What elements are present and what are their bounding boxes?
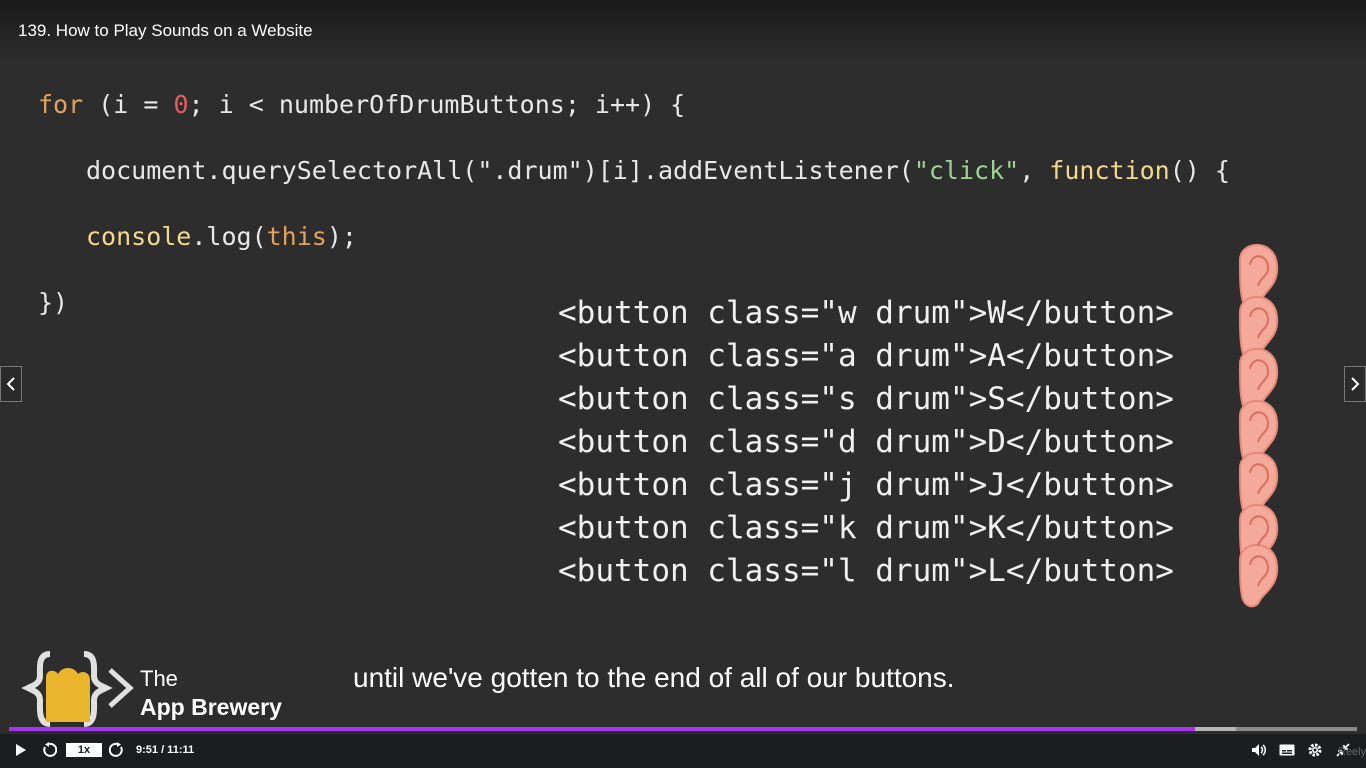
forward-icon (109, 742, 123, 757)
ear-icon (1238, 543, 1279, 608)
chevron-left-icon (6, 377, 15, 391)
playback-time: 9:51 / 11:11 (136, 744, 195, 756)
code-keyword: for (38, 90, 84, 119)
code-line-1: for (i = 0; i < numberOfDrumButtons; i++… (38, 90, 685, 119)
code-line-3: console.log(this); (86, 222, 357, 251)
volume-icon (1252, 744, 1266, 756)
code-this: this (266, 222, 327, 251)
code-text: ; i < numberOfDrumButtons; i++) { (188, 90, 686, 119)
code-keyword-function: function (1049, 156, 1170, 185)
gear-icon (1308, 743, 1322, 757)
logo-text-the: The (140, 666, 178, 691)
volume-button[interactable] (1250, 741, 1268, 759)
playback-speed-button[interactable]: 1x (66, 743, 102, 757)
button-markup-line: <button class="l drum">L</button> (558, 553, 1174, 589)
button-markup-list: <button class="w drum">W</button> <butto… (558, 292, 1238, 593)
play-button[interactable] (12, 741, 30, 759)
play-icon (16, 744, 26, 756)
code-text: () { (1169, 156, 1230, 185)
code-number: 0 (173, 90, 189, 119)
forward-button[interactable] (108, 741, 126, 759)
watermark-text: Reely (1338, 746, 1366, 758)
code-text: document.querySelectorAll(".drum")[i].ad… (86, 156, 914, 185)
code-line-2: document.querySelectorAll(".drum")[i].ad… (86, 156, 1230, 185)
captions-button[interactable] (1278, 741, 1296, 759)
rewind-button[interactable] (40, 741, 58, 759)
code-text: .log( (191, 222, 267, 251)
video-progress-bar[interactable] (9, 727, 1357, 731)
logo-text-name: App Brewery (140, 694, 282, 720)
code-string: "click" (913, 156, 1020, 185)
settings-button[interactable] (1306, 741, 1324, 759)
code-line-4: }) (38, 288, 69, 317)
button-markup-line: <button class="j drum">J</button> (558, 467, 1174, 503)
lecture-title: 139. How to Play Sounds on a Website (18, 21, 313, 40)
code-text: (i = (83, 90, 174, 119)
button-markup-line: <button class="w drum">W</button> (558, 295, 1174, 331)
progress-played (9, 727, 1196, 731)
button-markup-line: <button class="a drum">A</button> (558, 338, 1174, 374)
button-markup-line: <button class="k drum">K</button> (558, 510, 1174, 546)
code-object: console (86, 222, 192, 251)
button-markup-line: <button class="s drum">S</button> (558, 381, 1174, 417)
button-markup-line: <button class="d drum">D</button> (558, 424, 1174, 460)
code-text: , (1019, 156, 1050, 185)
subtitle-caption: until we've gotten to the end of all of … (353, 662, 955, 693)
code-text: ); (326, 222, 357, 251)
chevron-right-icon (1351, 377, 1360, 391)
previous-lecture-button[interactable] (0, 366, 22, 402)
video-control-bar (0, 734, 1366, 768)
next-lecture-button[interactable] (1344, 366, 1366, 402)
ear-icons-column (1238, 243, 1279, 608)
rewind-icon (43, 742, 57, 757)
lecture-header: 139. How to Play Sounds on a Website (0, 0, 1366, 60)
captions-icon (1279, 744, 1295, 756)
